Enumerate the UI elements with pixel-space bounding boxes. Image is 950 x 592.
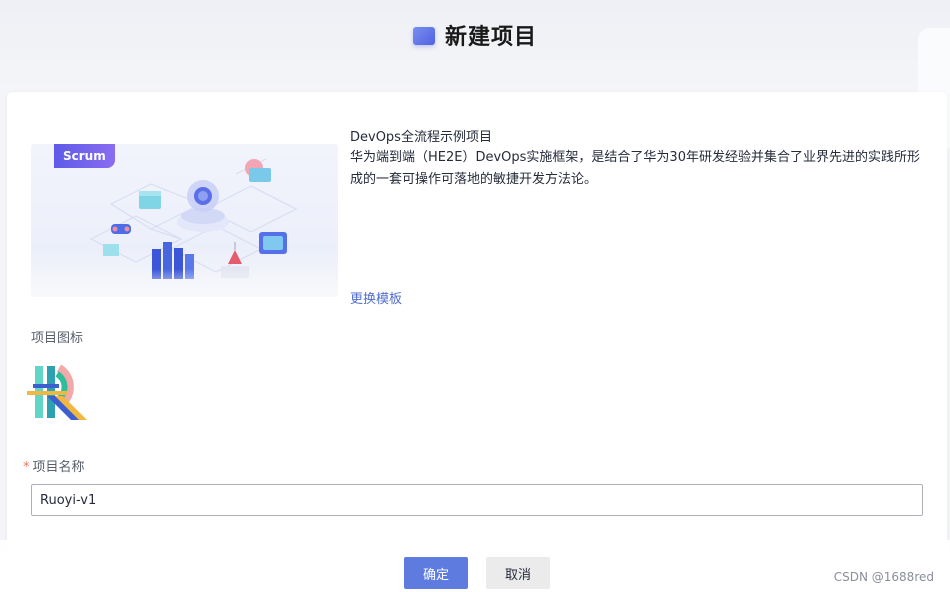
- project-icon-picker[interactable]: [25, 360, 91, 422]
- scrum-badge: Scrum: [54, 144, 115, 168]
- project-icon-label: 项目图标: [31, 331, 84, 346]
- page-header: 新建项目: [0, 0, 950, 70]
- project-logo-icon: [27, 364, 87, 420]
- project-folder-icon: [412, 27, 435, 45]
- project-name-label: * 项目名称: [23, 456, 85, 475]
- new-project-form: Scrum DevOps全流程示例项目 华为端到端（HE2E）DevOps实施框…: [7, 92, 947, 592]
- cancel-button[interactable]: 取消: [486, 557, 550, 589]
- required-mark: *: [23, 460, 30, 475]
- confirm-button[interactable]: 确定: [404, 557, 468, 589]
- project-name-input[interactable]: [31, 484, 923, 516]
- watermark: CSDN @1688red: [833, 570, 934, 584]
- page-title: 新建项目: [444, 25, 537, 50]
- template-description: 华为端到端（HE2E）DevOps实施框架，是结合了华为30年研发经验并集合了业…: [350, 150, 920, 187]
- template-title: DevOps全流程示例项目: [350, 130, 492, 145]
- form-footer: 确定 取消 CSDN @1688red: [0, 540, 950, 592]
- template-illustration: Scrum: [31, 144, 338, 297]
- project-name-label-text: 项目名称: [32, 460, 85, 475]
- change-template-link[interactable]: 更换模板: [350, 288, 402, 307]
